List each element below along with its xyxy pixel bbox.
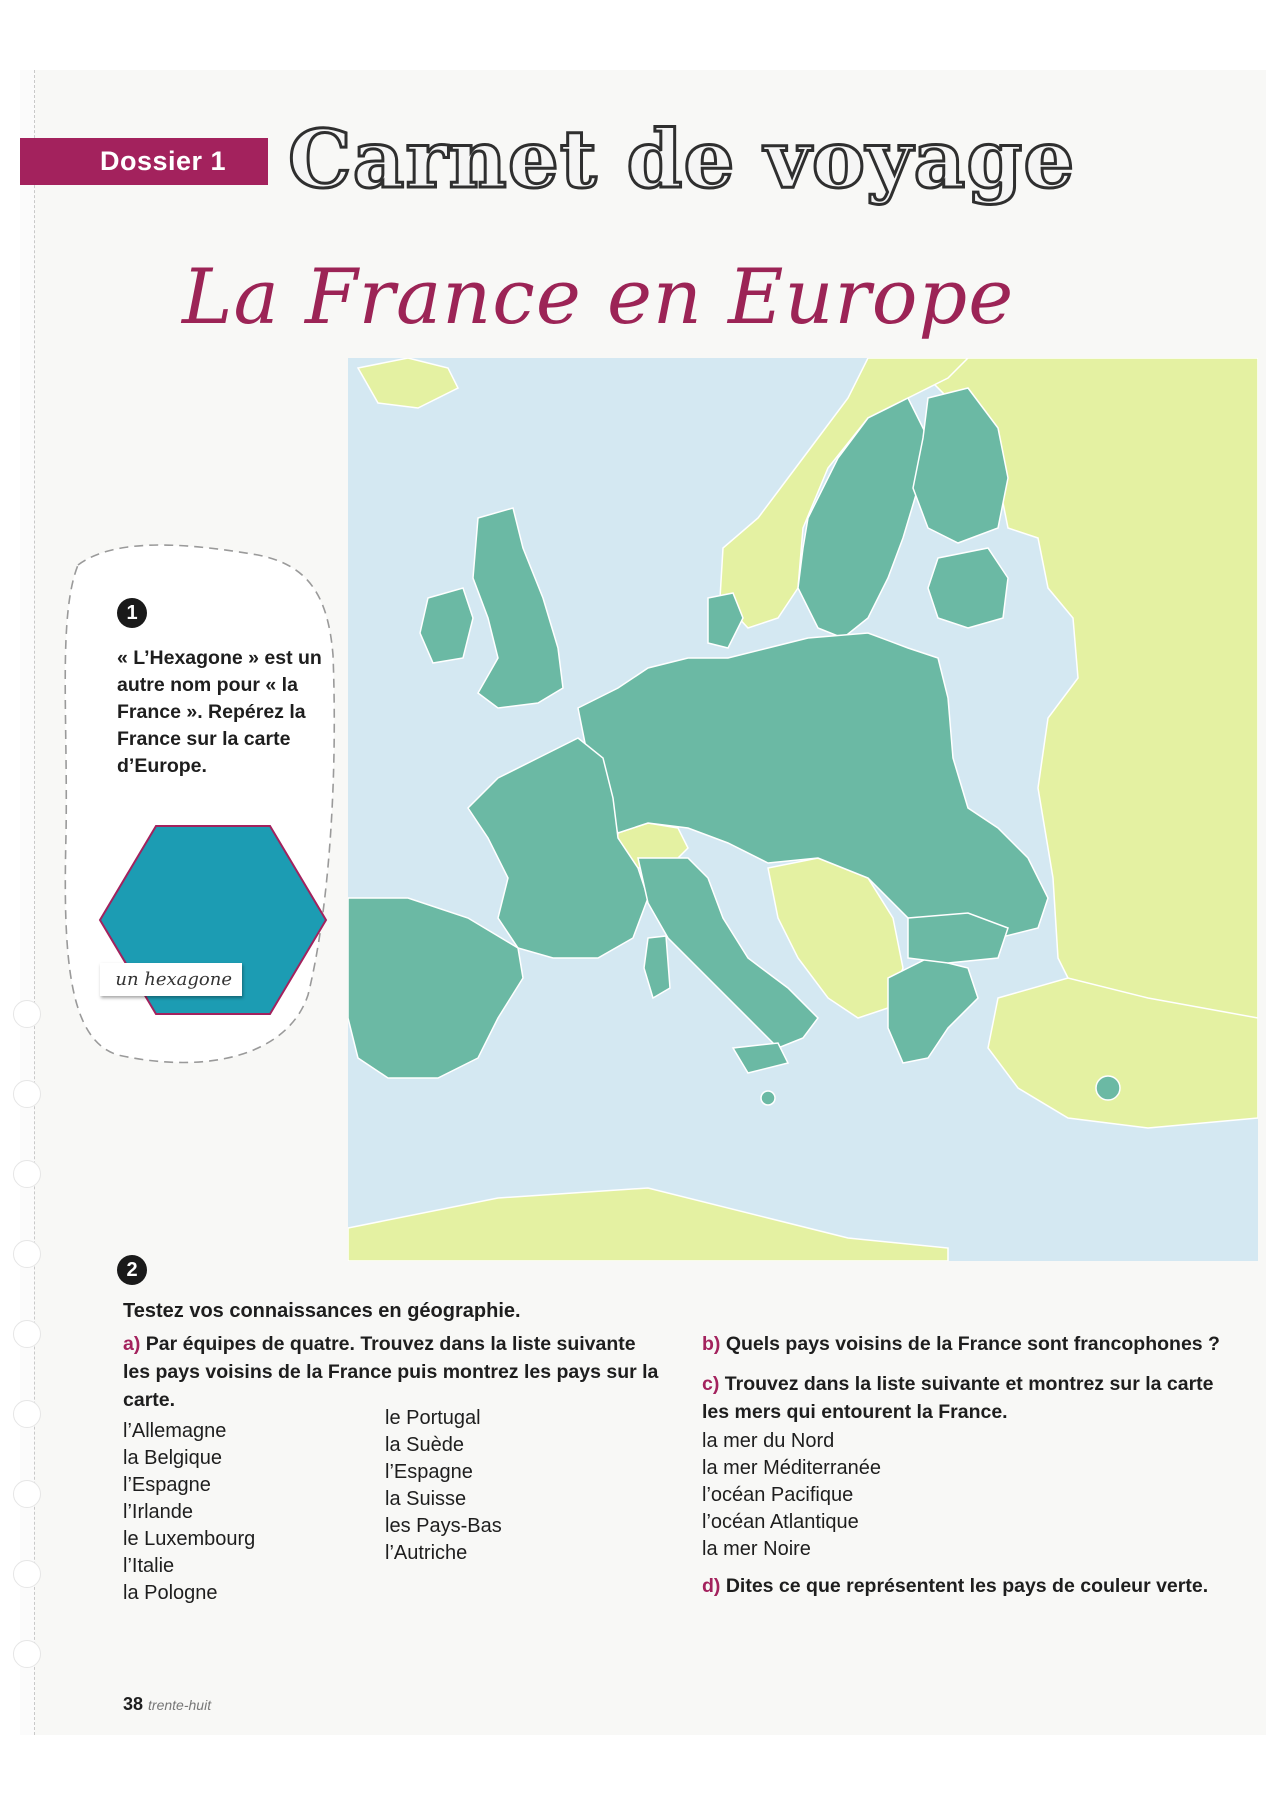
question-d-letter: d) (702, 1575, 721, 1597)
list-item: la Pologne (123, 1582, 218, 1604)
list-item: la mer du Nord (702, 1430, 835, 1452)
question-d: d) Dites ce que représentent les pays de… (702, 1572, 1242, 1600)
country-list-2: le Portugal la Suède l’Espagne la Suisse… (385, 1405, 502, 1567)
map-ireland (419, 587, 474, 664)
list-item: la Suisse (385, 1488, 467, 1510)
list-item: le Luxembourg (123, 1528, 256, 1550)
sea-list: la mer du Nord la mer Méditerranée l’océ… (702, 1428, 881, 1563)
list-item: l’Espagne (123, 1474, 211, 1496)
map-cyprus (1095, 1075, 1121, 1101)
question-c-letter: c) (702, 1373, 720, 1395)
page-footer: 38 trente-huit (123, 1694, 211, 1715)
list-item: la mer Noire (702, 1538, 811, 1560)
binder-hole (13, 1400, 41, 1428)
map-malta (760, 1090, 776, 1106)
list-item: l’Espagne (385, 1461, 473, 1483)
page-number: 38 (123, 1694, 144, 1714)
question-c: c) Trouvez dans la liste suivante et mon… (702, 1370, 1242, 1426)
question-d-text: Dites ce que représentent les pays de co… (725, 1575, 1209, 1597)
binder-hole (13, 1240, 41, 1268)
question-c-text: Trouvez dans la liste suivante et montre… (702, 1373, 1214, 1423)
list-item: la Belgique (123, 1447, 222, 1469)
binder-hole (13, 1000, 41, 1028)
list-item: l’océan Atlantique (702, 1511, 859, 1533)
question-b-letter: b) (702, 1333, 721, 1355)
exercise1-number: 1 (117, 598, 147, 628)
list-item: l’Italie (123, 1555, 175, 1577)
exercise1-text: « L’Hexagone » est un autre nom pour « l… (117, 647, 322, 777)
binder-hole (13, 1560, 41, 1588)
europe-map (348, 358, 1258, 1261)
binder-hole (13, 1080, 41, 1108)
list-item: les Pays-Bas (385, 1515, 502, 1537)
question-b-text: Quels pays voisins de la France sont fra… (725, 1333, 1220, 1355)
question-a-text: Par équipes de quatre. Trouvez dans la l… (123, 1333, 659, 1411)
country-list-1: l’Allemagne la Belgique l’Espagne l’Irla… (123, 1418, 255, 1607)
list-item: le Portugal (385, 1407, 481, 1429)
question-b: b) Quels pays voisins de la France sont … (702, 1330, 1242, 1358)
list-item: l’Autriche (385, 1542, 468, 1564)
list-item: l’océan Pacifique (702, 1484, 854, 1506)
page-title: Carnet de voyage (286, 111, 1076, 208)
page-subtitle: La France en Europe (182, 252, 1015, 341)
exercise2-number: 2 (117, 1255, 147, 1285)
list-item: l’Allemagne (123, 1420, 227, 1442)
dossier-label: Dossier 1 (100, 146, 227, 176)
list-item: la Suède (385, 1434, 464, 1456)
page-number-words: trente-huit (148, 1697, 212, 1713)
binder-hole (13, 1160, 41, 1188)
list-item: la mer Méditerranée (702, 1457, 881, 1479)
exercise2-intro: Testez vos connaissances en géographie. (123, 1300, 521, 1322)
list-item: l’Irlande (123, 1501, 194, 1523)
binder-hole (13, 1480, 41, 1508)
question-a-letter: a) (123, 1333, 141, 1355)
binder-edge (13, 70, 41, 1735)
binder-hole (13, 1320, 41, 1348)
map-baltics (927, 547, 1009, 629)
question-a: a) Par équipes de quatre. Trouvez dans l… (123, 1330, 663, 1414)
hexagon-label: un hexagone (100, 963, 242, 996)
binder-hole (13, 1640, 41, 1668)
